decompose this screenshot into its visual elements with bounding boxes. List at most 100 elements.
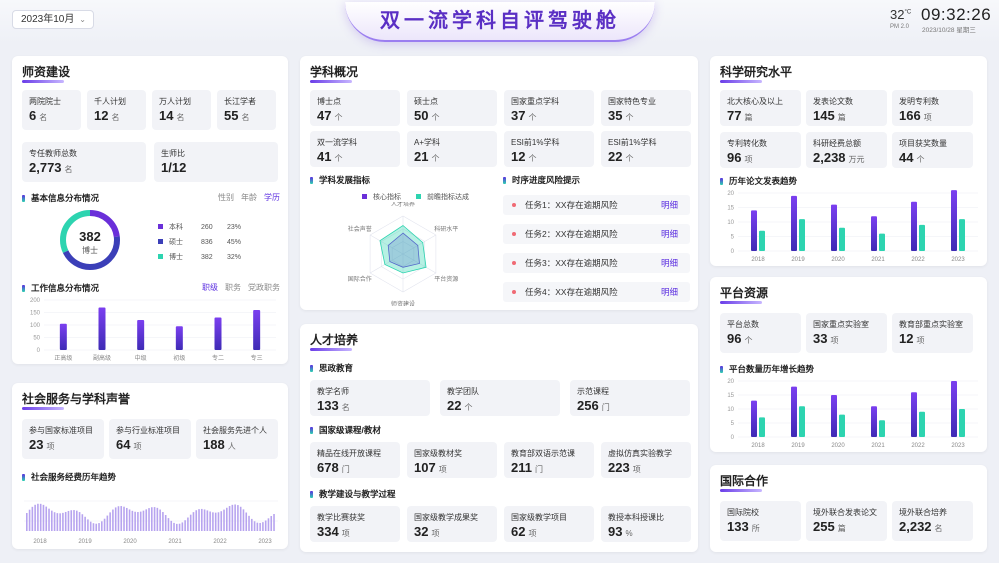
stat-value: 22 个 (447, 398, 473, 413)
radar-legend-core: 核心指标 (362, 192, 401, 202)
bar-0-3 (871, 216, 877, 251)
tab-position[interactable]: 职务 (225, 283, 241, 292)
trend-bar (128, 509, 131, 531)
trend-bar (262, 522, 264, 531)
stat-value: 12 个 (511, 149, 537, 164)
stat-label: 博士点 (317, 97, 341, 106)
talent-card: 人才培养 思政教育 国家级课程/教材 教学建设与教学过程 教学名师 133 名 教学团… (300, 324, 698, 552)
title-underline (720, 489, 762, 492)
discipline-stat: 国家重点学科 37 个 (504, 90, 594, 126)
x-tick-label: 2023 (951, 257, 965, 263)
trend-bar (67, 510, 70, 531)
risk-detail-link[interactable]: 明细 (661, 282, 678, 302)
x-tick-label: 2021 (871, 443, 885, 449)
y-tick-label: 5 (731, 235, 735, 241)
trend-bar (192, 512, 195, 531)
trend-bar (89, 521, 92, 531)
trend-bar (48, 508, 50, 531)
trend-bar (37, 503, 39, 531)
stat-value: 96 项 (727, 150, 753, 165)
tab-education[interactable]: 学历 (264, 193, 280, 202)
stat-label: ESI前1%学科 (608, 138, 657, 147)
trend-bar (62, 512, 64, 531)
course-stat: 教育部双语示范课 211 门 (504, 442, 594, 478)
trend-bar (189, 514, 192, 531)
stat-unit: 门 (341, 465, 350, 474)
trend-bar (109, 512, 111, 531)
ideology-title: 思政教育 (310, 362, 353, 374)
stat-value: 93% (608, 524, 633, 539)
international-stat: 国际院校 133 所 (720, 501, 801, 541)
bar-0-3 (871, 406, 877, 437)
trend-bar (178, 523, 181, 531)
tab-age[interactable]: 年龄 (241, 193, 257, 202)
platform-card: 平台资源 平台数量历年增长趋势 0 5 10 15 20 2018 2019 2020 2021… (710, 277, 987, 452)
risk-text: 任务1：XX存在逾期风险 (525, 200, 618, 210)
y-tick-label: 100 (30, 323, 41, 329)
research-stat: 北大核心及以上 77 篇 (720, 90, 801, 126)
trend-bar (120, 506, 123, 531)
stat-unit: 项 (133, 442, 142, 451)
stat-unit: 个 (431, 154, 440, 163)
trend-bar (112, 509, 114, 531)
stat-unit: 项 (744, 155, 753, 164)
stat-value: 1/12 (161, 160, 187, 175)
trend-bar (95, 523, 98, 531)
bar-0-4 (911, 201, 917, 251)
stat-unit: 项 (341, 529, 350, 538)
course-title: 国家级课程/教材 (310, 424, 381, 436)
stat-value: 334 项 (317, 524, 350, 539)
risk-detail-link[interactable]: 明细 (661, 195, 678, 215)
trend-bar (31, 506, 34, 531)
paper-trend-chart: 0 5 10 15 20 2018 2019 2020 2021 2022 2023 (727, 190, 978, 263)
stat-unit: 篇 (744, 113, 753, 122)
stat-label: 国际院校 (727, 508, 759, 517)
stat-value: 47 个 (317, 108, 343, 123)
trend-bar (270, 516, 273, 531)
stat-value: 678 门 (317, 460, 350, 475)
legend-row: 本科 260 23% (158, 222, 241, 232)
trend-bar (201, 508, 203, 531)
x-tick-label: 初级 (173, 354, 185, 362)
trend-bar (53, 512, 56, 531)
stat-label: 发明专利数 (899, 97, 939, 106)
international-stat: 境外联合培养 2,232 名 (892, 501, 973, 541)
tab-gender[interactable]: 性别 (218, 193, 234, 202)
legend-swatch (158, 254, 163, 259)
risk-detail-link[interactable]: 明细 (661, 253, 678, 273)
tab-party-position[interactable]: 党政职务 (248, 283, 280, 292)
stat-value: 256 门 (577, 398, 610, 413)
trend-bar (45, 506, 48, 531)
trend-bar (26, 513, 28, 531)
stat-unit: 个 (464, 403, 473, 412)
stat-label: 国家级教材奖 (414, 449, 462, 458)
risk-title: 时序进度风险提示 (503, 174, 580, 186)
trend-bar (167, 518, 170, 531)
bar-0-1 (98, 307, 106, 350)
bar-0-0 (751, 210, 757, 251)
stat-value: 211 门 (511, 460, 543, 475)
legend-pct: 32% (227, 254, 242, 261)
stat-value: 188 人 (203, 437, 236, 452)
title-underline (22, 407, 64, 410)
stat-label: A+学科 (414, 138, 441, 147)
y-tick-label: 200 (30, 298, 41, 304)
stat-value: 35 个 (608, 108, 634, 123)
risk-item: 任务3：XX存在逾期风险 明细 (503, 253, 690, 273)
x-tick-label: 2018 (751, 443, 765, 449)
trend-bar (214, 512, 217, 531)
trend-bar (142, 510, 145, 531)
risk-text: 任务4：XX存在逾期风险 (525, 287, 618, 297)
stat-label: 参与行业标准项目 (116, 426, 180, 435)
date-select[interactable]: 2023年10月 ⌄ (12, 10, 94, 29)
x-tick-label: 2022 (213, 539, 227, 545)
stat-value: 133 名 (317, 398, 350, 413)
stat-value: 107 项 (414, 460, 447, 475)
stat-unit: 名 (39, 113, 48, 122)
risk-dot (512, 203, 516, 207)
tab-rank[interactable]: 职级 (202, 283, 218, 292)
risk-detail-link[interactable]: 明细 (661, 224, 678, 244)
discipline-stat: A+学科 21 个 (407, 131, 497, 167)
bar-1-3 (879, 233, 885, 251)
trend-bar (39, 503, 42, 531)
